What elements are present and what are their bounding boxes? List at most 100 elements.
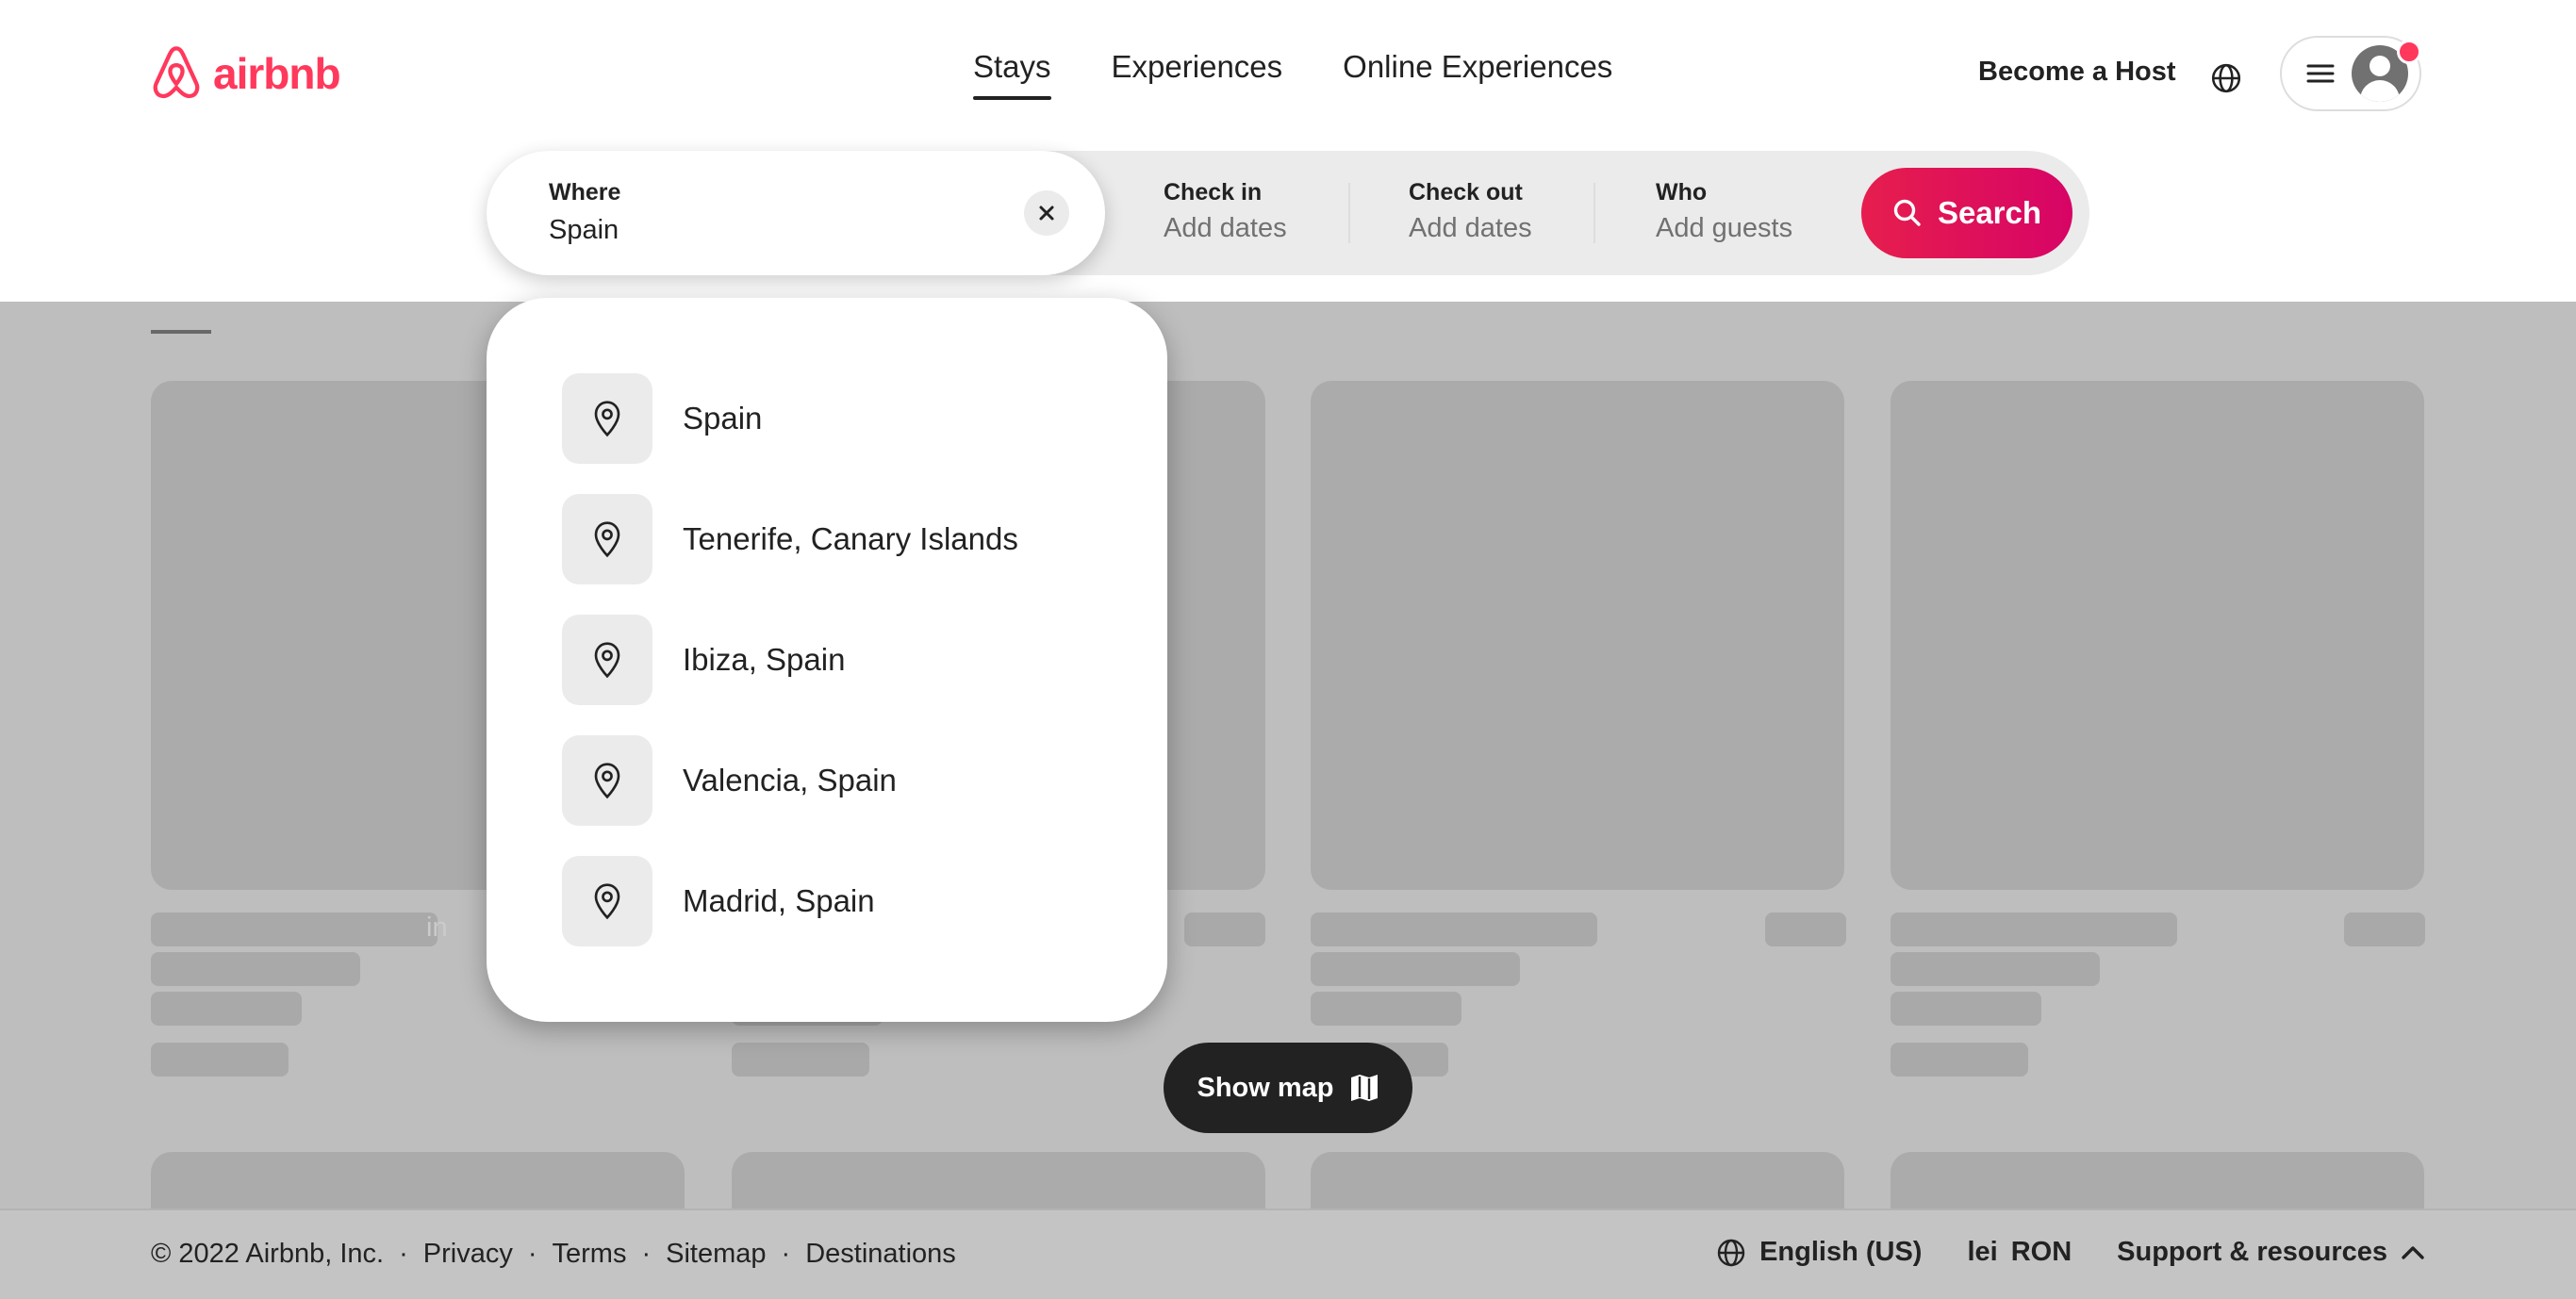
show-map-label: Show map bbox=[1197, 1072, 1334, 1103]
airbnb-wordmark: airbnb bbox=[213, 49, 341, 98]
support-label: Support & resources bbox=[2117, 1237, 2387, 1267]
map-pin-icon bbox=[594, 401, 620, 437]
map-pin-icon bbox=[594, 763, 620, 799]
listing-card-placeholder bbox=[732, 1152, 1265, 1209]
category-underline bbox=[151, 330, 211, 334]
skeleton-line bbox=[1765, 913, 1846, 946]
nav-experiences[interactable]: Experiences bbox=[1112, 49, 1283, 100]
location-icon-box bbox=[562, 373, 652, 464]
footer-separator: · bbox=[527, 1239, 537, 1269]
suggestion-label: Tenerife, Canary Islands bbox=[683, 521, 1018, 556]
main-nav: Stays Experiences Online Experiences bbox=[973, 49, 1612, 100]
skeleton-line bbox=[732, 1043, 869, 1077]
skeleton-line bbox=[1311, 992, 1461, 1026]
language-label: English (US) bbox=[1759, 1237, 1923, 1267]
field-divider bbox=[1348, 183, 1350, 243]
location-icon-box bbox=[562, 856, 652, 946]
globe-icon bbox=[2211, 63, 2241, 93]
suggestion-label: Spain bbox=[683, 401, 763, 436]
privacy-link[interactable]: Privacy bbox=[423, 1239, 513, 1270]
listing-card-placeholder bbox=[1891, 1152, 2424, 1209]
suggestion-label: Madrid, Spain bbox=[683, 883, 875, 918]
skeleton-line bbox=[1891, 952, 2100, 986]
skeleton-line bbox=[2344, 913, 2425, 946]
search-bar: Where Check in Add dates Check out Add d… bbox=[487, 151, 2089, 275]
check-in-field[interactable]: Check in Add dates bbox=[1133, 151, 1360, 275]
ghost-text: in bbox=[426, 913, 448, 943]
where-label: Where bbox=[549, 179, 621, 206]
footer-separator: · bbox=[641, 1239, 652, 1269]
suggestion-item-ibiza[interactable]: Ibiza, Spain bbox=[562, 615, 1128, 705]
show-map-button[interactable]: Show map bbox=[1164, 1043, 1412, 1133]
location-icon-box bbox=[562, 494, 652, 584]
who-placeholder: Add guests bbox=[1656, 213, 1793, 243]
airbnb-logo[interactable]: airbnb bbox=[149, 43, 341, 104]
who-field[interactable]: Who Add guests bbox=[1626, 151, 1852, 275]
skeleton-line bbox=[1184, 913, 1265, 946]
suggestion-item-madrid[interactable]: Madrid, Spain bbox=[562, 856, 1128, 946]
copyright-text: © 2022 Airbnb, Inc. bbox=[151, 1239, 385, 1269]
check-out-label: Check out bbox=[1409, 179, 1523, 206]
hamburger-icon bbox=[2306, 64, 2335, 83]
language-selector[interactable]: English (US) bbox=[1716, 1237, 1922, 1268]
skeleton-line bbox=[1891, 992, 2041, 1026]
where-field[interactable]: Where bbox=[487, 151, 1105, 275]
skeleton-line bbox=[151, 1043, 289, 1077]
footer: © 2022 Airbnb, Inc. · Privacy · Terms · … bbox=[0, 1209, 2576, 1299]
footer-separator: · bbox=[781, 1239, 791, 1269]
who-label: Who bbox=[1656, 179, 1708, 206]
sitemap-link[interactable]: Sitemap bbox=[666, 1239, 766, 1270]
currency-symbol: lei bbox=[1967, 1237, 1998, 1267]
location-icon-box bbox=[562, 615, 652, 705]
listing-card-placeholder bbox=[151, 1152, 685, 1209]
map-pin-icon bbox=[594, 521, 620, 558]
listing-card-placeholder bbox=[1311, 381, 1844, 890]
currency-selector[interactable]: lei RON bbox=[1967, 1237, 2072, 1268]
check-out-placeholder: Add dates bbox=[1409, 213, 1532, 243]
suggestion-item-valencia[interactable]: Valencia, Spain bbox=[562, 735, 1128, 826]
support-resources-button[interactable]: Support & resources bbox=[2117, 1237, 2425, 1268]
map-icon bbox=[1350, 1075, 1378, 1101]
globe-icon bbox=[1717, 1239, 1745, 1266]
check-out-field[interactable]: Check out Add dates bbox=[1379, 151, 1605, 275]
terms-link[interactable]: Terms bbox=[553, 1239, 627, 1270]
become-host-link[interactable]: Become a Host bbox=[1978, 57, 2176, 88]
listing-card-placeholder bbox=[1311, 1152, 1844, 1209]
skeleton-line bbox=[1311, 952, 1520, 986]
footer-separator: · bbox=[399, 1239, 408, 1269]
footer-links: © 2022 Airbnb, Inc. · Privacy · Terms · … bbox=[151, 1239, 956, 1270]
currency-label: RON bbox=[2010, 1237, 2072, 1267]
search-button[interactable]: Search bbox=[1861, 168, 2072, 258]
field-divider bbox=[1593, 183, 1595, 243]
search-icon bbox=[1893, 199, 1921, 226]
chevron-up-icon bbox=[2402, 1245, 2424, 1259]
notification-badge bbox=[2397, 40, 2421, 64]
suggestions-dropdown: Spain Tenerife, Canary Islands Ibiza, Sp… bbox=[487, 298, 1167, 1022]
header: airbnb Stays Experiences Online Experien… bbox=[0, 0, 2576, 302]
close-icon bbox=[1039, 206, 1054, 221]
skeleton-line bbox=[1891, 1043, 2028, 1077]
skeleton-line bbox=[151, 952, 360, 986]
map-pin-icon bbox=[594, 642, 620, 679]
search-button-label: Search bbox=[1937, 195, 2042, 230]
nav-stays[interactable]: Stays bbox=[973, 49, 1051, 100]
skeleton-line bbox=[151, 913, 438, 946]
skeleton-line bbox=[1891, 913, 2177, 946]
footer-settings: English (US) lei RON Support & resources bbox=[1716, 1237, 2425, 1268]
map-pin-icon bbox=[594, 883, 620, 920]
destinations-link[interactable]: Destinations bbox=[805, 1239, 956, 1270]
skeleton-line bbox=[151, 992, 302, 1026]
clear-input-button[interactable] bbox=[1024, 190, 1069, 236]
language-button[interactable] bbox=[2203, 55, 2250, 102]
nav-online-experiences[interactable]: Online Experiences bbox=[1343, 49, 1612, 100]
location-icon-box bbox=[562, 735, 652, 826]
check-in-placeholder: Add dates bbox=[1164, 213, 1287, 243]
suggestion-label: Ibiza, Spain bbox=[683, 642, 846, 677]
airbnb-logo-icon bbox=[153, 46, 200, 99]
listing-card-placeholder bbox=[1891, 381, 2424, 890]
suggestion-item-tenerife[interactable]: Tenerife, Canary Islands bbox=[562, 494, 1128, 584]
suggestion-label: Valencia, Spain bbox=[683, 763, 897, 797]
suggestion-item-spain[interactable]: Spain bbox=[562, 373, 1128, 464]
where-input[interactable] bbox=[549, 209, 1001, 251]
skeleton-line bbox=[1311, 913, 1597, 946]
